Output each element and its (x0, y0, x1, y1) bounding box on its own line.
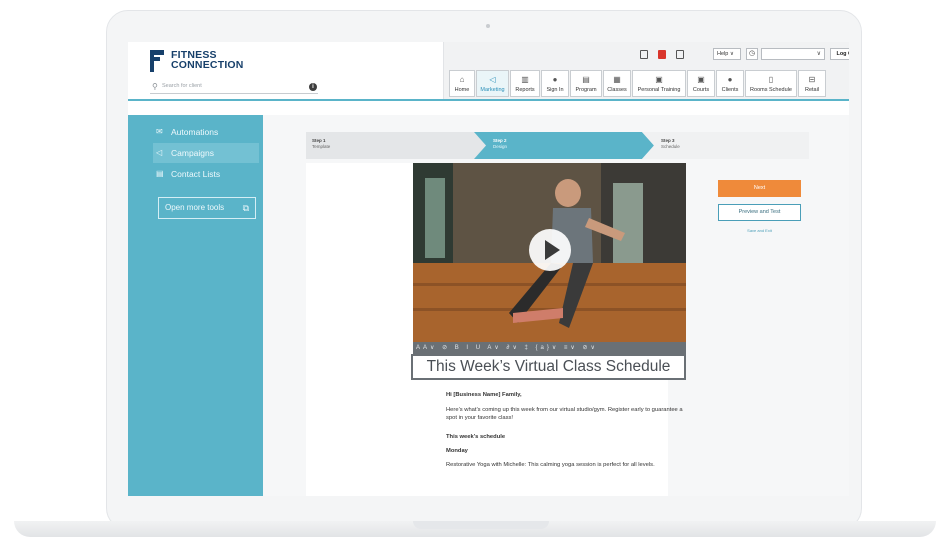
email-body[interactable]: Hi [Business Name] Family, Here’s what’s… (446, 391, 686, 475)
info-icon[interactable]: i (309, 83, 317, 91)
sidebar-item-automations[interactable]: ✉ Automations (153, 122, 259, 142)
next-button[interactable]: Next (718, 180, 801, 197)
save-and-exit-link[interactable]: Save and Exit (718, 228, 801, 233)
brand-logo[interactable]: FITNESS CONNECTION (150, 50, 280, 76)
schedule-day: Monday (446, 448, 468, 454)
logout-button[interactable]: Log Out (830, 48, 849, 60)
text-format-toolbar[interactable]: AA∨ ⊘ B I U A∨ ∂∨ ‡ {a}∨ ≡∨ ⊘∨ (413, 342, 686, 354)
help-dropdown[interactable]: Help ∨ (713, 48, 741, 60)
envelope-icon: ✉ (156, 127, 163, 136)
nav-label: Sign In (546, 87, 564, 93)
calendar-icon: ▣ (655, 75, 663, 84)
email-canvas: AA∨ ⊘ B I U A∨ ∂∨ ‡ {a}∨ ≡∨ ⊘∨ This Week… (306, 163, 686, 496)
sidebar-item-label: Campaigns (171, 148, 214, 158)
calendar-icon: ▦ (613, 75, 621, 84)
logo-mark-icon (150, 50, 164, 72)
nav-rooms-schedule[interactable]: ▯ Rooms Schedule (745, 70, 797, 97)
megaphone-icon: ◁ (489, 75, 496, 84)
nav-label: Marketing (480, 87, 505, 93)
nav-home[interactable]: ⌂ Home (449, 70, 475, 97)
app-header: FITNESS CONNECTION ⚲ Search for client i… (128, 42, 849, 99)
class-description: Restorative Yoga with Michelle: This cal… (446, 462, 655, 468)
nav-sign-in[interactable]: ● Sign In (541, 70, 569, 97)
sidebar: ✉ Automations ◁ Campaigns ▤ Contact List… (128, 115, 263, 496)
location-select[interactable]: ∨ (761, 48, 825, 60)
nav-label: Rooms Schedule (750, 87, 792, 93)
sidebar-item-campaigns[interactable]: ◁ Campaigns (153, 143, 259, 163)
nav-label: Personal Training (637, 87, 681, 93)
main-nav: ⌂ Home ◁ Marketing ▥ Reports ● Sign In ▤ Program ▦… (449, 70, 849, 98)
sidebar-item-label: Automations (171, 127, 219, 137)
nav-personal-training[interactable]: ▣ Personal Training (632, 70, 686, 97)
search-icon: ⚲ (152, 82, 158, 91)
nav-label: Home (454, 87, 470, 93)
bar-chart-icon: ▥ (521, 75, 529, 84)
basket-icon: ⊟ (808, 75, 816, 84)
contact-card-icon: ▤ (156, 169, 164, 178)
campaign-editor: Step 1 Template Step 2 Design Step 3 Schedu… (263, 115, 849, 496)
open-tools-label: Open more tools (165, 203, 225, 212)
step-template[interactable]: Step 1 Template (306, 132, 330, 159)
hero-video-thumbnail[interactable] (413, 163, 686, 342)
nav-courts[interactable]: ▣ Courts (687, 70, 715, 97)
email-headline[interactable]: This Week’s Virtual Class Schedule (411, 354, 686, 380)
play-icon[interactable] (529, 229, 571, 271)
sidebar-item-label: Contact Lists (171, 169, 221, 179)
email-intro: Here’s what’s coming up this week from o… (446, 407, 683, 421)
preview-and-test-button[interactable]: Preview and Test (718, 204, 801, 221)
sidebar-item-contact-lists[interactable]: ▤ Contact Lists (153, 164, 259, 184)
home-icon: ⌂ (459, 75, 465, 84)
nav-program[interactable]: ▤ Program (570, 70, 602, 97)
document-icon[interactable] (640, 50, 648, 59)
person-icon: ● (552, 75, 558, 84)
open-more-tools-button[interactable]: Open more tools ⧉ (158, 197, 256, 219)
external-link-icon: ⧉ (242, 203, 249, 213)
nav-reports[interactable]: ▥ Reports (510, 70, 540, 97)
nav-label: Classes (607, 87, 627, 93)
nav-label: Clients (721, 87, 739, 93)
nav-marketing[interactable]: ◁ Marketing (476, 70, 509, 97)
schedule-heading: This week’s schedule (446, 434, 506, 440)
megaphone-icon: ◁ (156, 148, 163, 157)
note-icon[interactable] (676, 50, 684, 59)
search-placeholder: Search for client (162, 83, 202, 89)
calendar-icon: ▣ (697, 75, 705, 84)
nav-label: Program (575, 87, 597, 93)
calendar-icon: ▤ (582, 75, 590, 84)
nav-label: Reports (515, 87, 535, 93)
brand-name: FITNESS CONNECTION (171, 49, 244, 71)
email-greeting: Hi [Business Name] Family, (446, 392, 522, 398)
step-progress (306, 132, 809, 159)
step-schedule[interactable]: Step 3 Schedule (655, 132, 680, 159)
camera-dot (486, 24, 490, 28)
person-icon: ● (727, 75, 733, 84)
alert-icon[interactable] (658, 50, 666, 59)
step-design[interactable]: Step 2 Design (487, 132, 507, 159)
clock-icon[interactable]: ◷ (746, 48, 758, 60)
nav-label: Retail (804, 87, 820, 93)
client-search-input[interactable]: ⚲ Search for client (150, 81, 318, 94)
nav-label: Courts (692, 87, 710, 93)
app-screen: FITNESS CONNECTION ⚲ Search for client i… (128, 42, 849, 496)
laptop-notch (413, 521, 549, 529)
nav-retail[interactable]: ⊟ Retail (798, 70, 826, 97)
nav-classes[interactable]: ▦ Classes (603, 70, 631, 97)
header-divider (128, 99, 849, 101)
nav-clients[interactable]: ● Clients (716, 70, 744, 97)
door-icon: ▯ (768, 75, 774, 84)
